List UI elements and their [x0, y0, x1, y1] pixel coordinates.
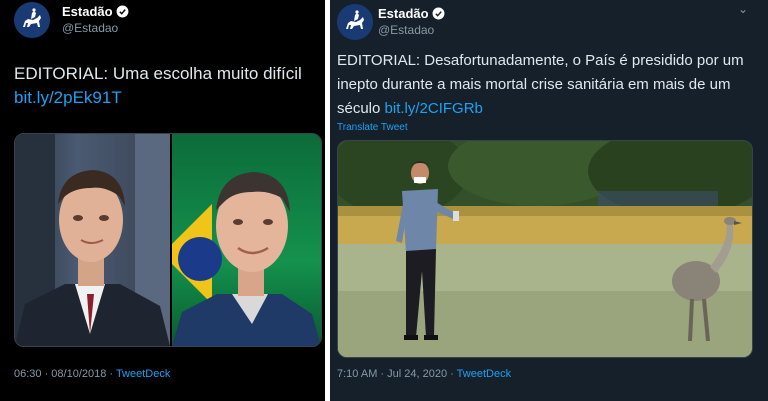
tweet-media[interactable] [337, 140, 753, 358]
account-name-text[interactable]: Estadão [378, 6, 429, 21]
tweet-source[interactable]: TweetDeck [457, 368, 511, 380]
verified-icon [116, 5, 129, 18]
horse-rider-logo-icon[interactable] [337, 4, 373, 40]
account-name[interactable]: Estadão [378, 6, 445, 21]
account-handle[interactable]: @Estadao [378, 23, 434, 37]
verified-icon [432, 7, 445, 20]
photo-man-in-suit[interactable] [15, 134, 170, 346]
photo-man-flag-background[interactable] [172, 134, 321, 346]
tweet-timestamp[interactable]: 06:30 · 08/10/2018 · [14, 368, 116, 380]
tweet-body: EDITORIAL: Uma escolha muito difícil [14, 64, 302, 83]
translate-tweet-link[interactable]: Translate Tweet [337, 122, 408, 133]
tweet-media[interactable] [14, 133, 322, 347]
tweet-text: EDITORIAL: Uma escolha muito difícil bit… [14, 62, 319, 110]
tweet-left: Estadão @Estadao EDITORIAL: Uma escolha … [0, 0, 325, 401]
tweet-meta: 06:30 · 08/10/2018 · TweetDeck [14, 368, 170, 380]
photo-man-and-rhea[interactable] [338, 141, 752, 357]
tweet-meta: 7:10 AM · Jul 24, 2020 · TweetDeck [337, 368, 511, 380]
account-handle[interactable]: @Estadao [62, 21, 118, 35]
horse-rider-logo-icon[interactable] [14, 2, 50, 38]
tweet-timestamp[interactable]: 7:10 AM · Jul 24, 2020 · [337, 368, 457, 380]
tweet-text: EDITORIAL: Desafortunadamente, o País é … [337, 49, 763, 121]
tweet-link[interactable]: bit.ly/2pEk91T [14, 88, 122, 107]
account-name-text[interactable]: Estadão [62, 4, 113, 19]
account-name[interactable]: Estadão [62, 4, 129, 19]
tweet-link[interactable]: bit.ly/2CIFGRb [385, 100, 483, 117]
chevron-down-icon[interactable]: ⌄ [738, 2, 748, 16]
tweet-source[interactable]: TweetDeck [116, 368, 170, 380]
tweet-right: Estadão @Estadao ⌄ EDITORIAL: Desafortun… [330, 0, 768, 401]
